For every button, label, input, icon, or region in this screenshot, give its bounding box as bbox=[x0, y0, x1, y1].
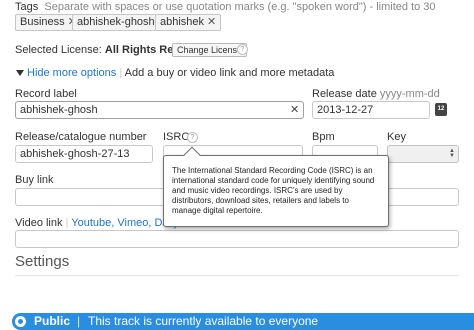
metadata-toggle-text: Add a buy or video link and more metadat… bbox=[124, 67, 335, 79]
isrc-help-icon[interactable]: ? bbox=[187, 132, 198, 143]
change-license-button[interactable]: Change License bbox=[172, 43, 248, 57]
record-label-input[interactable]: abhishek-ghosh bbox=[15, 101, 304, 119]
clear-input-icon[interactable]: ✕ bbox=[290, 103, 299, 116]
isrc-tooltip: The International Standard Recording Cod… bbox=[163, 146, 389, 227]
tags-label: Tags Separate with spaces or use quotati… bbox=[15, 1, 436, 13]
hide-more-options-link[interactable]: Hide more options bbox=[27, 67, 116, 79]
license-help-icon[interactable]: ? bbox=[237, 44, 248, 55]
public-label: Public bbox=[34, 314, 71, 328]
isrc-label: ISRC bbox=[163, 131, 190, 143]
record-label-label: Record label bbox=[15, 88, 77, 100]
tooltip-text: The International Standard Recording Cod… bbox=[172, 166, 375, 215]
video-link-input[interactable] bbox=[15, 230, 459, 248]
calendar-icon[interactable]: 12 bbox=[435, 103, 447, 116]
video-link-label: Video link bbox=[15, 217, 63, 229]
bpm-label: Bpm bbox=[312, 131, 335, 143]
settings-heading: Settings bbox=[15, 253, 70, 270]
tag-chip-abhishek[interactable]: abhishek ✕ bbox=[155, 14, 222, 31]
settings-divider bbox=[15, 275, 459, 276]
release-date-input[interactable]: 2013-12-27 bbox=[312, 101, 430, 119]
release-date-hint: yyyy-mm-dd bbox=[379, 88, 440, 100]
release-date-label: Release date yyyy-mm-dd bbox=[312, 88, 440, 100]
public-description: This track is currently available to eve… bbox=[88, 314, 319, 328]
public-separator: | bbox=[77, 314, 81, 328]
key-label: Key bbox=[387, 131, 406, 143]
collapse-triangle-icon[interactable] bbox=[16, 70, 24, 76]
public-option[interactable]: Public | This track is currently availab… bbox=[12, 313, 474, 330]
key-select[interactable]: ▲ ▼ bbox=[387, 145, 459, 163]
metadata-toggle-row: Hide more options | Add a buy or video l… bbox=[27, 67, 334, 79]
select-arrows-icon: ▲ ▼ bbox=[449, 148, 455, 159]
tags-hint: Separate with spaces or use quotation ma… bbox=[44, 1, 436, 13]
buy-link-label: Buy link bbox=[15, 174, 54, 186]
remove-tag-icon[interactable]: ✕ bbox=[207, 16, 216, 28]
catalogue-number-label: Release/catalogue number bbox=[15, 131, 147, 143]
public-radio[interactable] bbox=[15, 316, 26, 327]
catalogue-number-input[interactable]: abhishek-ghosh-27-13 bbox=[15, 145, 153, 163]
